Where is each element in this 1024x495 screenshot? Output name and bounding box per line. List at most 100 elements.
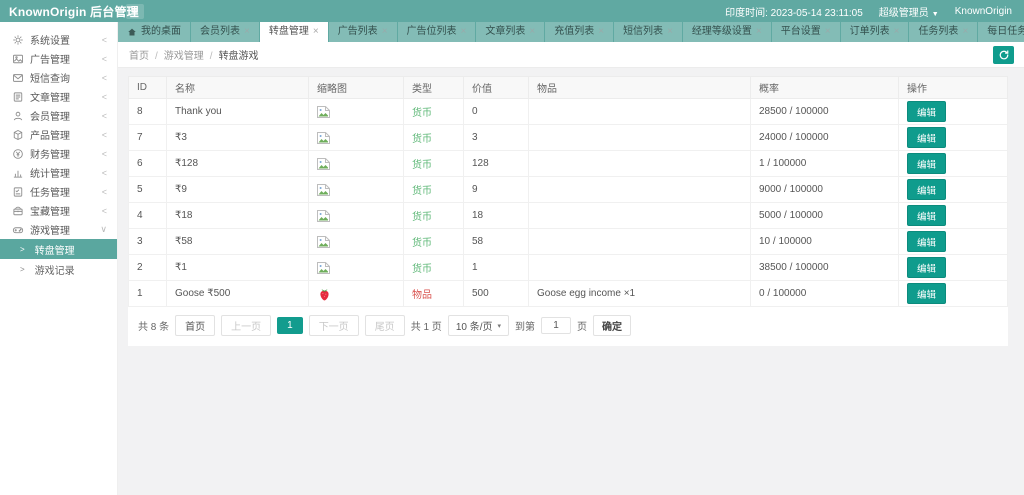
chevron-left-icon: < [102, 130, 107, 140]
close-icon[interactable]: × [962, 27, 968, 37]
cell-name: ₹128 [167, 151, 309, 177]
per-page-select[interactable]: 10 条/页 ▾ [448, 315, 509, 336]
tab-item-11[interactable]: 任务列表× [909, 22, 977, 42]
close-icon[interactable]: × [598, 27, 604, 37]
sidebar-item-finance[interactable]: 财务管理< [0, 144, 117, 163]
table-row: 1Goose ₹500物品500Goose egg income ×10 / 1… [129, 281, 1008, 307]
sidebar-item-label: 广告管理 [30, 51, 70, 66]
close-icon[interactable]: × [894, 27, 900, 37]
cell-actions: 编辑 [899, 203, 1008, 229]
username-label[interactable]: KnownOrigin [955, 6, 1012, 17]
close-icon[interactable]: × [667, 27, 673, 37]
next-page-button[interactable]: 下一页 [309, 315, 359, 336]
refresh-icon [998, 49, 1010, 61]
goto-confirm-button[interactable]: 确定 [593, 315, 631, 336]
tab-bar: 我的桌面会员列表×转盘管理×广告列表×广告位列表×文章列表×充值列表×短信列表×… [118, 22, 1024, 42]
sidebar-item-label: 短信查询 [30, 70, 70, 85]
edit-button[interactable]: 编辑 [907, 257, 946, 278]
goto-page-input[interactable] [541, 317, 571, 334]
tab-item-3[interactable]: 广告列表× [329, 22, 397, 42]
tab-item-6[interactable]: 充值列表× [545, 22, 613, 42]
broken-image-icon [317, 158, 330, 170]
cell-thumbnail [309, 281, 404, 307]
edit-button[interactable]: 编辑 [907, 179, 946, 200]
tab-label: 会员列表 [200, 22, 240, 42]
table-row: 3₹58货币5810 / 100000编辑 [129, 229, 1008, 255]
close-icon[interactable]: × [313, 27, 319, 37]
close-icon[interactable]: × [825, 27, 831, 37]
cell-type: 货币 [404, 151, 464, 177]
breadcrumb-link-0[interactable]: 首页 [129, 47, 149, 62]
table-row: 2₹1货币138500 / 100000编辑 [129, 255, 1008, 281]
tab-label: 经理等级设置 [692, 22, 752, 42]
sidebar-item-task[interactable]: 任务管理< [0, 182, 117, 201]
sidebar-item-game[interactable]: 游戏管理∨ [0, 220, 117, 239]
edit-button[interactable]: 编辑 [907, 127, 946, 148]
sidebar-item-gear[interactable]: 系统设置< [0, 30, 117, 49]
role-dropdown[interactable]: 超级管理员▼ [879, 4, 939, 19]
refresh-button[interactable] [993, 46, 1014, 64]
cell-item [529, 229, 751, 255]
tab-desktop[interactable]: 我的桌面 [118, 22, 190, 42]
broken-image-icon [317, 262, 330, 274]
tab-item-10[interactable]: 订单列表× [841, 22, 909, 42]
first-page-button[interactable]: 首页 [175, 315, 215, 336]
cell-id: 5 [129, 177, 167, 203]
sidebar-item-label: 系统设置 [30, 32, 70, 47]
cell-value: 3 [464, 125, 529, 151]
close-icon[interactable]: × [244, 27, 250, 37]
close-icon[interactable]: × [461, 27, 467, 37]
last-page-button[interactable]: 尾页 [365, 315, 405, 336]
cell-value: 1 [464, 255, 529, 281]
sidebar-item-label: 会员管理 [30, 108, 70, 123]
breadcrumb-link-1[interactable]: 游戏管理 [149, 47, 204, 62]
close-icon[interactable]: × [756, 27, 762, 37]
image-icon [12, 53, 24, 65]
finance-icon [12, 148, 24, 160]
close-icon[interactable]: × [529, 27, 535, 37]
tab-item-1[interactable]: 会员列表 × [191, 22, 259, 42]
cell-rate: 9000 / 100000 [751, 177, 899, 203]
sidebar-item-product[interactable]: 产品管理< [0, 125, 117, 144]
cell-id: 7 [129, 125, 167, 151]
tab-item-8[interactable]: 经理等级设置 × [683, 22, 771, 42]
goto-suffix-label: 页 [577, 318, 587, 333]
sidebar-item-stats[interactable]: 统计管理< [0, 163, 117, 182]
table-row: 4₹18货币185000 / 100000编辑 [129, 203, 1008, 229]
edit-button[interactable]: 编辑 [907, 153, 946, 174]
tab-item-12[interactable]: 每日任务× [978, 22, 1024, 42]
table-row: 5₹9货币99000 / 100000编辑 [129, 177, 1008, 203]
sidebar-item-label: 文章管理 [30, 89, 70, 104]
tab-item-4[interactable]: 广告位列表× [398, 22, 476, 42]
edit-button[interactable]: 编辑 [907, 231, 946, 252]
tab-label: 平台设置 [781, 22, 821, 42]
tab-item-5[interactable]: 文章列表× [476, 22, 544, 42]
cell-rate: 38500 / 100000 [751, 255, 899, 281]
sidebar-item-article[interactable]: 文章管理 < [0, 87, 117, 106]
chevron-left-icon: < [102, 54, 107, 64]
edit-button[interactable]: 编辑 [907, 101, 946, 122]
column-header-1: 名称 [167, 77, 309, 99]
chevron-left-icon: < [102, 92, 107, 102]
sidebar-subitem-0[interactable]: >转盘管理 [0, 239, 117, 259]
edit-button[interactable]: 编辑 [907, 283, 946, 304]
sidebar-item-label: 财务管理 [30, 146, 70, 161]
sidebar-item-image[interactable]: 广告管理 < [0, 49, 117, 68]
close-icon[interactable]: × [382, 27, 388, 37]
app-logo: KnownOrigin 后台管理 [0, 3, 118, 20]
strawberry-icon [317, 287, 332, 301]
tab-item-9[interactable]: 平台设置 × [772, 22, 840, 42]
tab-item-7[interactable]: 短信列表× [614, 22, 682, 42]
sidebar-item-treasure[interactable]: 宝藏管理< [0, 201, 117, 220]
sidebar-subitem-1[interactable]: >游戏记录 [0, 259, 117, 279]
cell-value: 58 [464, 229, 529, 255]
tab-item-2[interactable]: 转盘管理× [260, 22, 328, 42]
edit-button[interactable]: 编辑 [907, 205, 946, 226]
prev-page-button[interactable]: 上一页 [221, 315, 271, 336]
gear-icon [12, 34, 24, 46]
page-1-button[interactable]: 1 [277, 317, 303, 334]
hamburger-menu-icon[interactable]: ≡ [126, 4, 144, 19]
sidebar-item-mail[interactable]: 短信查询< [0, 68, 117, 87]
cell-item: Goose egg income ×1 [529, 281, 751, 307]
sidebar-item-user[interactable]: 会员管理< [0, 106, 117, 125]
